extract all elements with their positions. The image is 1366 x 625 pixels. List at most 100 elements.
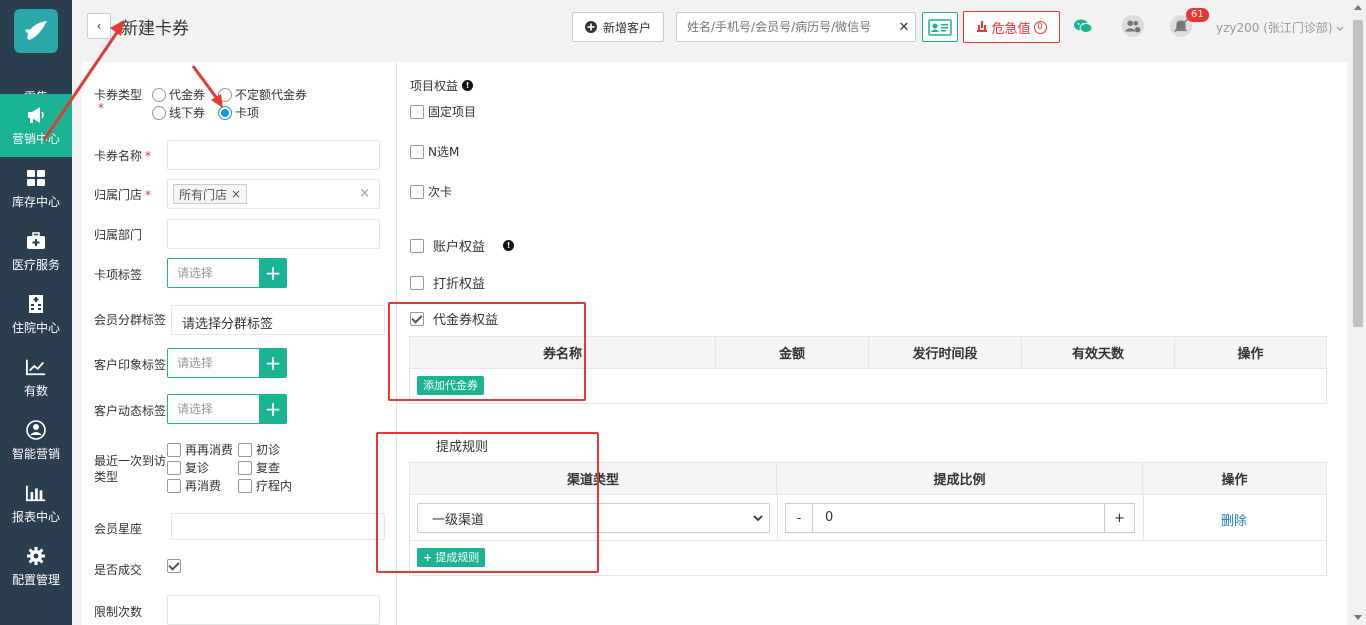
id-card-icon — [928, 18, 952, 36]
last-visit-label-2: 类型 — [94, 470, 119, 484]
plus-circle-icon — [584, 21, 597, 33]
checkbox-box — [167, 460, 181, 475]
impression-tag-select: 请选择 + — [167, 348, 287, 378]
sidebar-item-inpatient[interactable]: 住院中心 — [0, 283, 72, 346]
decrement-button[interactable]: - — [785, 503, 813, 533]
scrollbar-thumb[interactable] — [1353, 20, 1363, 327]
add-impression-tag-button[interactable]: + — [259, 348, 287, 378]
notification-count-badge: 61 — [1186, 8, 1209, 22]
visit-type-checkbox[interactable]: 再再消费 — [167, 441, 233, 458]
gear-icon — [26, 546, 46, 566]
info-icon[interactable]: ! — [503, 240, 515, 251]
scroll-down-arrow[interactable] — [1354, 615, 1362, 620]
critical-value-button[interactable]: 危急值 0 — [963, 11, 1060, 43]
col-issue-period: 发行时间段 — [869, 337, 1022, 368]
fixed-project-label: 固定项目 — [428, 105, 477, 119]
checkbox-box-checked — [167, 559, 181, 573]
visit-type-checkbox[interactable]: 复诊 — [167, 459, 209, 476]
sidebar-item-smart-marketing[interactable]: 智能营销 — [0, 409, 72, 472]
project-rights-label: 项目权益 — [410, 79, 459, 93]
sidebar-item-config[interactable]: 配置管理 — [0, 535, 72, 598]
hospital-icon — [26, 294, 46, 314]
limit-count-input[interactable] — [167, 595, 380, 625]
card-tag-label: 卡项标签 — [94, 268, 143, 282]
user-group-icon[interactable] — [1121, 14, 1145, 38]
account-rights-checkbox[interactable]: 账户权益 ! — [410, 236, 515, 255]
visit-type-checkbox[interactable]: 复查 — [238, 459, 280, 476]
project-rights-heading: 项目权益 ! — [410, 77, 474, 94]
sidebar-item-youshu[interactable]: 有数 — [0, 346, 72, 409]
critical-value-count: 0 — [1033, 20, 1047, 34]
increment-button[interactable]: + — [1104, 503, 1135, 533]
card-tag-dropdown[interactable]: 请选择 — [167, 258, 259, 288]
deal-checkbox[interactable] — [167, 559, 181, 573]
account-rights-label: 账户权益 — [433, 240, 486, 255]
add-dynamic-tag-button[interactable]: + — [259, 394, 287, 424]
deal-label: 是否成交 — [94, 563, 143, 577]
clear-search-icon[interactable]: ✕ — [893, 20, 915, 35]
add-card-tag-button[interactable]: + — [259, 258, 287, 288]
visit-type-checkbox[interactable]: 初诊 — [238, 441, 280, 458]
user-menu[interactable]: yzy200 (张江门诊部) — [1216, 19, 1344, 36]
plus-icon: + — [264, 261, 282, 285]
info-icon[interactable]: ! — [462, 80, 474, 91]
checkbox-box — [410, 275, 424, 290]
plus-icon: + — [264, 351, 282, 375]
impression-tag-dropdown[interactable]: 请选择 — [167, 348, 259, 378]
checkbox-box — [238, 460, 252, 475]
discount-rights-checkbox[interactable]: 打折权益 — [410, 273, 485, 292]
commission-ratio-stepper: - 0 + — [785, 503, 1135, 533]
department-input[interactable] — [167, 219, 380, 249]
trend-line-icon — [26, 357, 46, 377]
times-card-checkbox[interactable]: 次卡 — [410, 183, 452, 200]
annotation-box — [388, 302, 586, 401]
cell-divider — [1143, 495, 1144, 541]
id-card-button[interactable] — [922, 12, 958, 42]
chevron-down-icon — [753, 514, 763, 521]
constellation-select[interactable] — [171, 513, 385, 540]
checkbox-box — [410, 144, 424, 159]
smart-marketing-icon — [26, 419, 46, 440]
visit-type-label: 再再消费 — [185, 443, 234, 457]
commission-ratio-input[interactable]: 0 — [813, 503, 1104, 533]
visit-type-checkbox[interactable]: 再消费 — [167, 477, 221, 494]
page-scrollbar[interactable] — [1350, 0, 1366, 625]
times-card-label: 次卡 — [428, 185, 453, 199]
checkbox-box — [410, 184, 424, 199]
checkbox-box — [410, 104, 424, 119]
visit-type-checkbox[interactable]: 疗程内 — [238, 477, 292, 494]
dynamic-tag-label: 客户动态标签 — [94, 404, 167, 418]
col-valid-days: 有效天数 — [1022, 337, 1175, 368]
sidebar-item-label: 有数 — [23, 383, 48, 398]
clear-store-icon[interactable]: × — [359, 186, 370, 201]
sidebar-item-label: 配置管理 — [11, 572, 60, 587]
visit-type-label: 再消费 — [185, 479, 222, 493]
dynamic-tag-dropdown[interactable]: 请选择 — [167, 394, 259, 424]
n-choose-m-label: N选M — [428, 145, 460, 159]
checkbox-box — [167, 442, 181, 457]
member-group-label: 会员分群标签 — [94, 313, 167, 327]
sidebar-item-medical[interactable]: 医疗服务 — [0, 220, 72, 283]
customer-search: ✕ — [676, 12, 916, 42]
sidebar-item-reports[interactable]: 报表中心 — [0, 472, 72, 535]
new-customer-button[interactable]: 新增客户 — [572, 12, 664, 42]
chevron-down-icon — [1336, 26, 1344, 31]
wechat-icon[interactable] — [1071, 14, 1095, 38]
col-commission-ratio: 提成比例 — [777, 463, 1143, 494]
annotation-box — [376, 432, 599, 573]
checkbox-box — [238, 478, 252, 493]
sidebar-item-label: 报表中心 — [11, 509, 60, 524]
department-label: 归属部门 — [94, 228, 143, 242]
member-group-select[interactable]: 请选择分群标签 — [171, 305, 385, 335]
n-choose-m-checkbox[interactable]: N选M — [410, 143, 459, 160]
visit-type-label: 初诊 — [256, 443, 281, 457]
bar-chart-icon — [26, 483, 46, 503]
discount-rights-label: 打折权益 — [433, 277, 486, 292]
visit-type-label: 复查 — [256, 461, 281, 475]
sidebar-item-label: 医疗服务 — [11, 257, 60, 272]
delete-rule-link[interactable]: 删除 — [1221, 510, 1247, 529]
customer-search-input[interactable] — [677, 20, 893, 34]
checkbox-box — [410, 238, 424, 253]
scroll-up-arrow[interactable] — [1354, 5, 1362, 10]
fixed-project-checkbox[interactable]: 固定项目 — [410, 103, 476, 120]
